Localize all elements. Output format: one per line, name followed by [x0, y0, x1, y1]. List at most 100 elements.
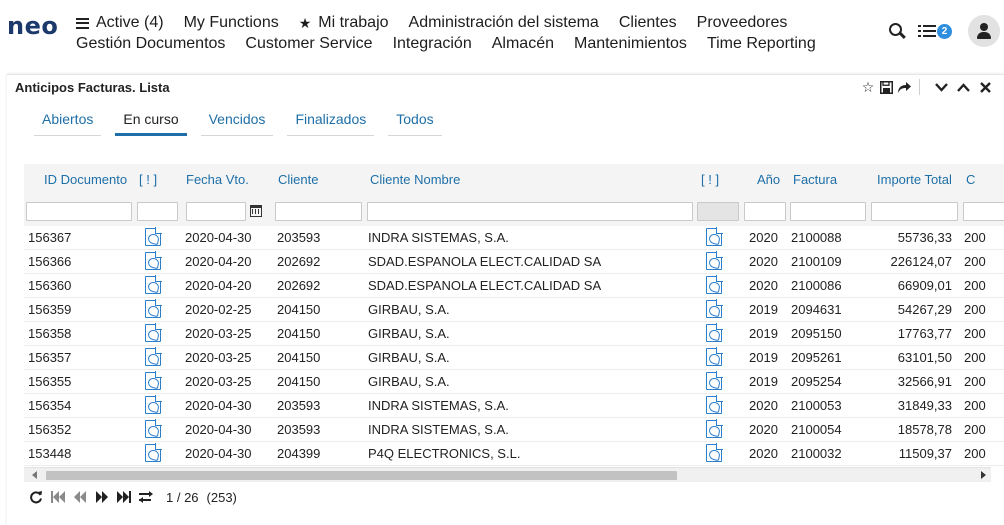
tab-en-curso[interactable]: En curso [115, 107, 187, 136]
col-header-alert-2[interactable]: [ ! ] [701, 172, 719, 187]
col-header-anio[interactable]: Año [757, 172, 780, 187]
filter-alert-1[interactable] [137, 202, 178, 221]
menu-clientes[interactable]: Clientes [619, 14, 677, 32]
col-header-cliente-nombre[interactable]: Cliente Nombre [370, 172, 460, 187]
calendar-icon[interactable] [250, 205, 262, 217]
tab-abiertos[interactable]: Abiertos [34, 107, 102, 136]
menu-administracion[interactable]: Administración del sistema [409, 14, 599, 32]
pdf-icon[interactable] [706, 323, 723, 342]
horizontal-scrollbar[interactable] [24, 467, 991, 482]
table-row[interactable]: 156352 2020-04-30 203593 INDRA SISTEMAS, S.… [24, 418, 1004, 442]
table-row[interactable]: 156359 2020-02-25 204150 GIRBAU, S.A. 2019 20… [24, 298, 1004, 322]
pdf-icon[interactable] [706, 419, 723, 438]
menu-proveedores[interactable]: Proveedores [697, 14, 788, 32]
neo-logo[interactable]: neo [7, 12, 58, 40]
search-icon[interactable] [889, 22, 906, 40]
pdf-icon[interactable] [145, 443, 162, 462]
table-row[interactable]: 156354 2020-04-30 203593 INDRA SISTEMAS, S.… [24, 394, 1004, 418]
task-list-icon [918, 24, 936, 38]
cell-importe-total: 18578,78 [897, 422, 952, 437]
col-header-factura[interactable]: Factura [793, 172, 837, 187]
notifications-button[interactable]: 2 [918, 23, 952, 39]
menu-integracion[interactable]: Integración [393, 35, 472, 53]
table-row[interactable]: 156357 2020-03-25 204150 GIRBAU, S.A. 2019 20… [24, 346, 1004, 370]
pdf-icon[interactable] [706, 251, 723, 270]
menu-active[interactable]: Active (4) [76, 14, 164, 32]
filter-cliente-nombre[interactable] [367, 202, 693, 221]
first-page-icon[interactable] [51, 489, 65, 505]
menu-mantenimientos[interactable]: Mantenimientos [574, 35, 687, 53]
cell-id-documento: 156360 [28, 278, 72, 293]
col-header-cliente[interactable]: Cliente [278, 172, 318, 187]
pdf-icon[interactable] [706, 443, 723, 462]
chevron-down-icon[interactable] [932, 78, 950, 96]
last-page-icon[interactable] [117, 489, 131, 505]
col-header-c[interactable]: C [966, 172, 975, 187]
pdf-icon[interactable] [145, 275, 162, 294]
table-row[interactable]: 156366 2020-04-20 202692 SDAD.ESPANOLA ELEC… [24, 250, 1004, 274]
pdf-icon[interactable] [145, 371, 162, 390]
tab-vencidos[interactable]: Vencidos [200, 107, 274, 136]
status-tabs: Abiertos En curso Vencidos Finalizados T… [34, 107, 456, 136]
next-page-icon[interactable] [95, 489, 109, 505]
table-row[interactable]: 156367 2020-04-30 203593 INDRA SISTEMAS, S.… [24, 226, 1004, 250]
table-row[interactable]: 153448 2020-04-30 204399 P4Q ELECTRONICS, S… [24, 442, 1004, 466]
cell-fecha-vto: 2020-03-25 [185, 374, 252, 389]
pdf-icon[interactable] [706, 227, 723, 246]
menu-active-label: Active (4) [96, 14, 164, 31]
scrollbar-thumb[interactable] [46, 471, 677, 480]
table-row[interactable]: 156355 2020-03-25 204150 GIRBAU, S.A. 2019 20… [24, 370, 1004, 394]
col-header-id-documento[interactable]: ID Documento [44, 172, 127, 187]
menu-gestion-documentos[interactable]: Gestión Documentos [76, 35, 225, 53]
pdf-icon[interactable] [706, 371, 723, 390]
pdf-icon[interactable] [706, 395, 723, 414]
col-header-importe-total[interactable]: Importe Total [877, 172, 952, 187]
table-row[interactable]: 156358 2020-03-25 204150 GIRBAU, S.A. 2019 20… [24, 322, 1004, 346]
pdf-icon[interactable] [145, 227, 162, 246]
filter-cliente[interactable] [275, 202, 362, 221]
refresh-icon[interactable] [29, 489, 43, 505]
filter-factura[interactable] [790, 202, 866, 221]
menu-time-reporting[interactable]: Time Reporting [707, 35, 816, 53]
menu-my-functions[interactable]: My Functions [184, 14, 279, 32]
close-icon[interactable] [976, 78, 994, 96]
table-row[interactable]: 156360 2020-04-20 202692 SDAD.ESPANOLA ELEC… [24, 274, 1004, 298]
pdf-icon[interactable] [706, 299, 723, 318]
user-avatar-button[interactable] [968, 15, 1000, 47]
scroll-left-icon[interactable] [32, 471, 37, 479]
col-header-alert-1[interactable]: [ ! ] [139, 172, 157, 187]
pdf-icon[interactable] [706, 347, 723, 366]
data-grid: ID Documento [ ! ] Fecha Vto. Cliente Cl… [24, 164, 1004, 467]
scroll-right-icon[interactable] [981, 471, 986, 479]
pdf-icon[interactable] [706, 275, 723, 294]
pdf-icon[interactable] [145, 323, 162, 342]
cell-c: 200 [964, 374, 986, 389]
cell-importe-total: 31849,33 [897, 398, 952, 413]
cell-cliente-nombre: GIRBAU, S.A. [368, 374, 450, 389]
filter-fecha-vto[interactable] [186, 202, 246, 221]
save-icon[interactable] [877, 78, 895, 96]
menu-almacen[interactable]: Almacén [492, 35, 554, 53]
tab-finalizados[interactable]: Finalizados [287, 107, 375, 136]
previous-page-icon[interactable] [73, 489, 87, 505]
col-header-fecha-vto[interactable]: Fecha Vto. [186, 172, 249, 187]
toolbar-divider [919, 79, 920, 95]
share-icon[interactable] [895, 78, 913, 96]
menu-mi-trabajo-label: Mi trabajo [318, 14, 389, 31]
filter-c[interactable] [963, 202, 1004, 221]
page-jump-icon[interactable] [139, 489, 154, 505]
menu-customer-service[interactable]: Customer Service [245, 35, 372, 53]
filter-id-documento[interactable] [26, 202, 132, 221]
star-outline-icon[interactable]: ☆ [859, 78, 877, 96]
pdf-icon[interactable] [145, 395, 162, 414]
filter-anio[interactable] [744, 202, 786, 221]
filter-importe-total[interactable] [871, 202, 958, 221]
tab-todos[interactable]: Todos [388, 107, 442, 136]
cell-cliente-nombre: GIRBAU, S.A. [368, 326, 450, 341]
menu-mi-trabajo[interactable]: ★ Mi trabajo [299, 14, 389, 32]
pdf-icon[interactable] [145, 419, 162, 438]
pdf-icon[interactable] [145, 299, 162, 318]
chevron-up-icon[interactable] [954, 78, 972, 96]
pdf-icon[interactable] [145, 347, 162, 366]
pdf-icon[interactable] [145, 251, 162, 270]
